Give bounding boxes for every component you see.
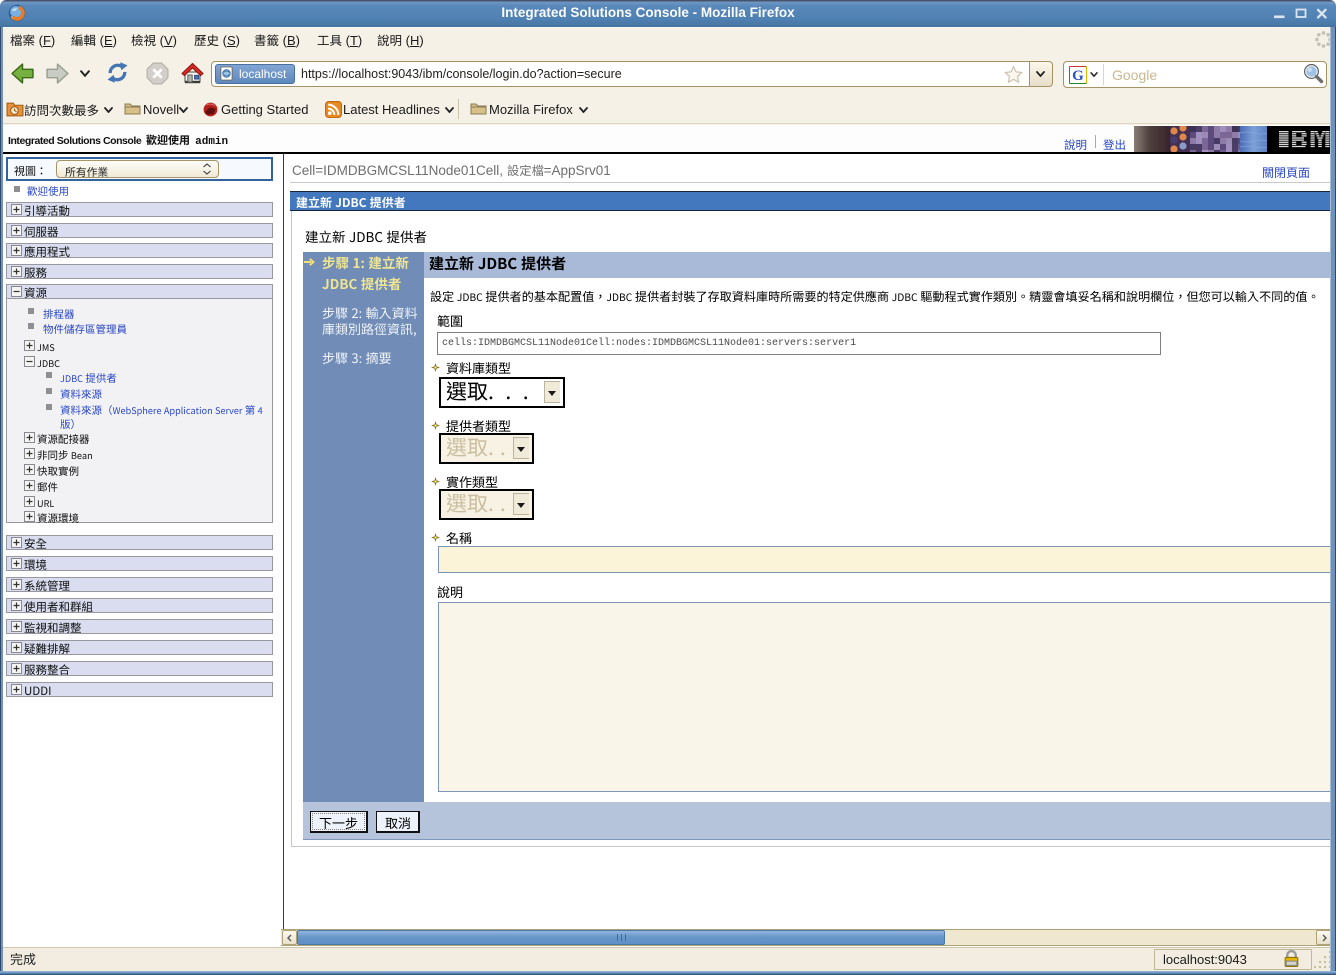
svg-text:G: G [1072, 68, 1084, 84]
